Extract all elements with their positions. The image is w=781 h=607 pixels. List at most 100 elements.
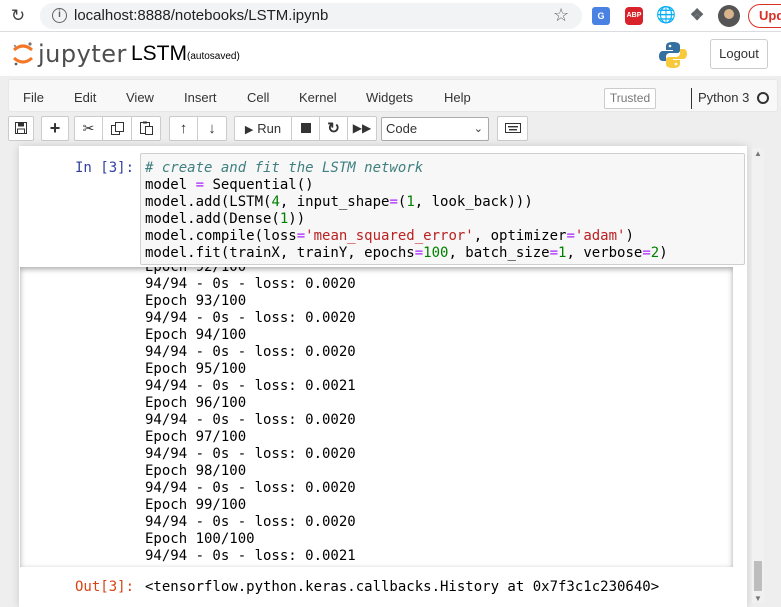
code-line[interactable]: model = Sequential() (145, 177, 668, 194)
code-cell-input[interactable]: # create and fit the LSTM network model =… (140, 153, 745, 265)
logout-button[interactable]: Logout (710, 39, 768, 69)
scrollbar-thumb[interactable] (754, 561, 762, 591)
add-cell-button[interactable]: + (41, 116, 69, 141)
globe-extension-icon[interactable]: 🌐 (656, 7, 676, 25)
command-palette-button[interactable] (497, 116, 528, 141)
code-token: , batch_size (448, 245, 550, 261)
move-down-button[interactable]: ↓ (197, 116, 227, 141)
input-prompt: In [3]: (75, 160, 135, 176)
run-label: Run (257, 121, 282, 136)
cut-button[interactable]: ✂ (74, 116, 103, 141)
code-token: ) (625, 228, 634, 244)
kernel-separator (691, 88, 692, 109)
notebook-area: ▲ ▼ In [3]: # create and fit the LSTM ne… (0, 146, 781, 607)
restart-button[interactable]: ↻ (319, 116, 348, 141)
address-bar[interactable]: i localhost:8888/notebooks/LSTM.ipynb ☆ (40, 3, 582, 29)
menu-view[interactable]: View (126, 90, 154, 105)
notebook-toolbar: + ✂ ↑ ↓ ▶ Run ↻ ▶▶ Code ⌄ (0, 112, 781, 146)
output-line: Epoch 94/100 (145, 327, 247, 343)
code-line[interactable]: model.fit(trainX, trainY, epochs = 100, ba… (145, 245, 668, 262)
jupyter-logo-text: jupyter (38, 40, 127, 68)
output-line: 94/94 - 0s - loss: 0.0020 (145, 310, 356, 326)
code-token: , look_back))) (414, 194, 533, 210)
code-token: 'adam' (574, 228, 626, 244)
python-logo-icon (659, 42, 687, 68)
code-token: 100 (423, 245, 449, 261)
code-editor[interactable]: # create and fit the LSTM network model =… (145, 160, 668, 262)
stop-icon (300, 123, 311, 133)
output-line: 94/94 - 0s - loss: 0.0020 (145, 446, 356, 462)
code-token: model.fit(trainX, trainY, epochs (145, 245, 415, 261)
code-line[interactable]: model.add(Dense(1)) (145, 211, 668, 228)
code-token: , optimizer (473, 228, 567, 244)
copy-button[interactable] (102, 116, 132, 141)
save-icon (15, 122, 27, 134)
output-line: 94/94 - 0s - loss: 0.0020 (145, 480, 356, 496)
code-token: model.add(LSTM( (145, 194, 272, 210)
url-text[interactable]: localhost:8888/notebooks/LSTM.ipynb (74, 7, 328, 24)
cell-type-select[interactable]: Code ⌄ (381, 117, 489, 141)
fast-forward-icon: ▶▶ (352, 121, 372, 135)
code-token: = (642, 245, 651, 261)
code-token: , verbose (566, 245, 643, 261)
scroll-up-icon[interactable]: ▲ (754, 149, 762, 158)
jupyter-logo-icon (13, 42, 33, 66)
restart-icon: ↻ (327, 120, 340, 137)
trusted-indicator[interactable]: Trusted (604, 88, 656, 109)
code-token: , input_shape (279, 194, 390, 210)
restart-run-all-button[interactable]: ▶▶ (347, 116, 377, 141)
chevron-down-icon: ⌄ (473, 123, 483, 135)
reload-icon[interactable]: ↻ (8, 6, 28, 26)
menu-panel: File Edit View Insert Cell Kernel Widget… (8, 79, 778, 112)
output-line: Epoch 96/100 (145, 395, 247, 411)
output-prompt: Out[3]: (75, 579, 135, 595)
menu-help[interactable]: Help (444, 90, 471, 105)
bookmark-star-icon[interactable]: ☆ (553, 5, 569, 26)
output-line: 94/94 - 0s - loss: 0.0021 (145, 378, 356, 394)
notebook-scrollbar[interactable]: ▲ ▼ (752, 148, 764, 603)
info-icon[interactable]: i (52, 8, 67, 23)
save-button[interactable] (8, 116, 34, 141)
code-token: = (549, 245, 559, 261)
cell-type-value: Code (386, 121, 418, 136)
move-up-icon: ↑ (179, 120, 188, 137)
output-line: Epoch 92/100 (145, 267, 247, 275)
menu-file[interactable]: File (23, 90, 44, 105)
paste-button[interactable] (131, 116, 161, 141)
output-line: 94/94 - 0s - loss: 0.0021 (145, 548, 356, 564)
menu-kernel[interactable]: Kernel (299, 90, 337, 105)
output-text: Epoch 92/100 94/94 - 0s - loss: 0.0020 Epo… (145, 267, 356, 565)
profile-avatar[interactable] (718, 5, 740, 27)
scroll-down-icon[interactable]: ▼ (754, 594, 762, 603)
code-token: = (566, 228, 575, 244)
update-button[interactable]: Upd (748, 4, 781, 28)
output-line: Epoch 99/100 (145, 497, 247, 513)
code-token: = (195, 177, 205, 193)
code-line[interactable]: model.add(LSTM(4, input_shape=(1, look_b… (145, 194, 668, 211)
notebook-name[interactable]: LSTM (131, 42, 187, 66)
jupyter-logo[interactable]: jupyter (10, 38, 126, 70)
code-token: = (389, 194, 398, 210)
menu-cell[interactable]: Cell (247, 90, 269, 105)
menu-widgets[interactable]: Widgets (366, 90, 413, 105)
kernel-name[interactable]: Python 3 (698, 90, 749, 105)
adblock-extension-icon[interactable]: ABP (625, 7, 643, 25)
menu-edit[interactable]: Edit (74, 90, 96, 105)
code-token: = (296, 228, 306, 244)
browser-toolbar: ↻ i localhost:8888/notebooks/LSTM.ipynb … (0, 0, 781, 32)
output-scroll-area[interactable]: Epoch 92/100 94/94 - 0s - loss: 0.0020 Epo… (20, 267, 733, 567)
code-token: 1 (406, 194, 415, 210)
move-up-button[interactable]: ↑ (169, 116, 198, 141)
output-line: 94/94 - 0s - loss: 0.0020 (145, 344, 356, 360)
code-token: model.compile(loss (145, 228, 297, 244)
translate-extension-icon[interactable]: G (592, 7, 610, 25)
stop-button[interactable] (291, 116, 320, 141)
code-line[interactable]: # create and fit the LSTM network (145, 160, 668, 177)
run-button[interactable]: ▶ Run (234, 116, 292, 141)
code-line[interactable]: model.compile(loss='mean_squared_error',… (145, 228, 668, 245)
code-token: 4 (271, 194, 280, 210)
menu-insert[interactable]: Insert (184, 90, 217, 105)
output-line: Epoch 97/100 (145, 429, 247, 445)
move-down-icon: ↓ (208, 120, 216, 137)
extensions-puzzle-icon[interactable]: ❖ (688, 7, 706, 25)
